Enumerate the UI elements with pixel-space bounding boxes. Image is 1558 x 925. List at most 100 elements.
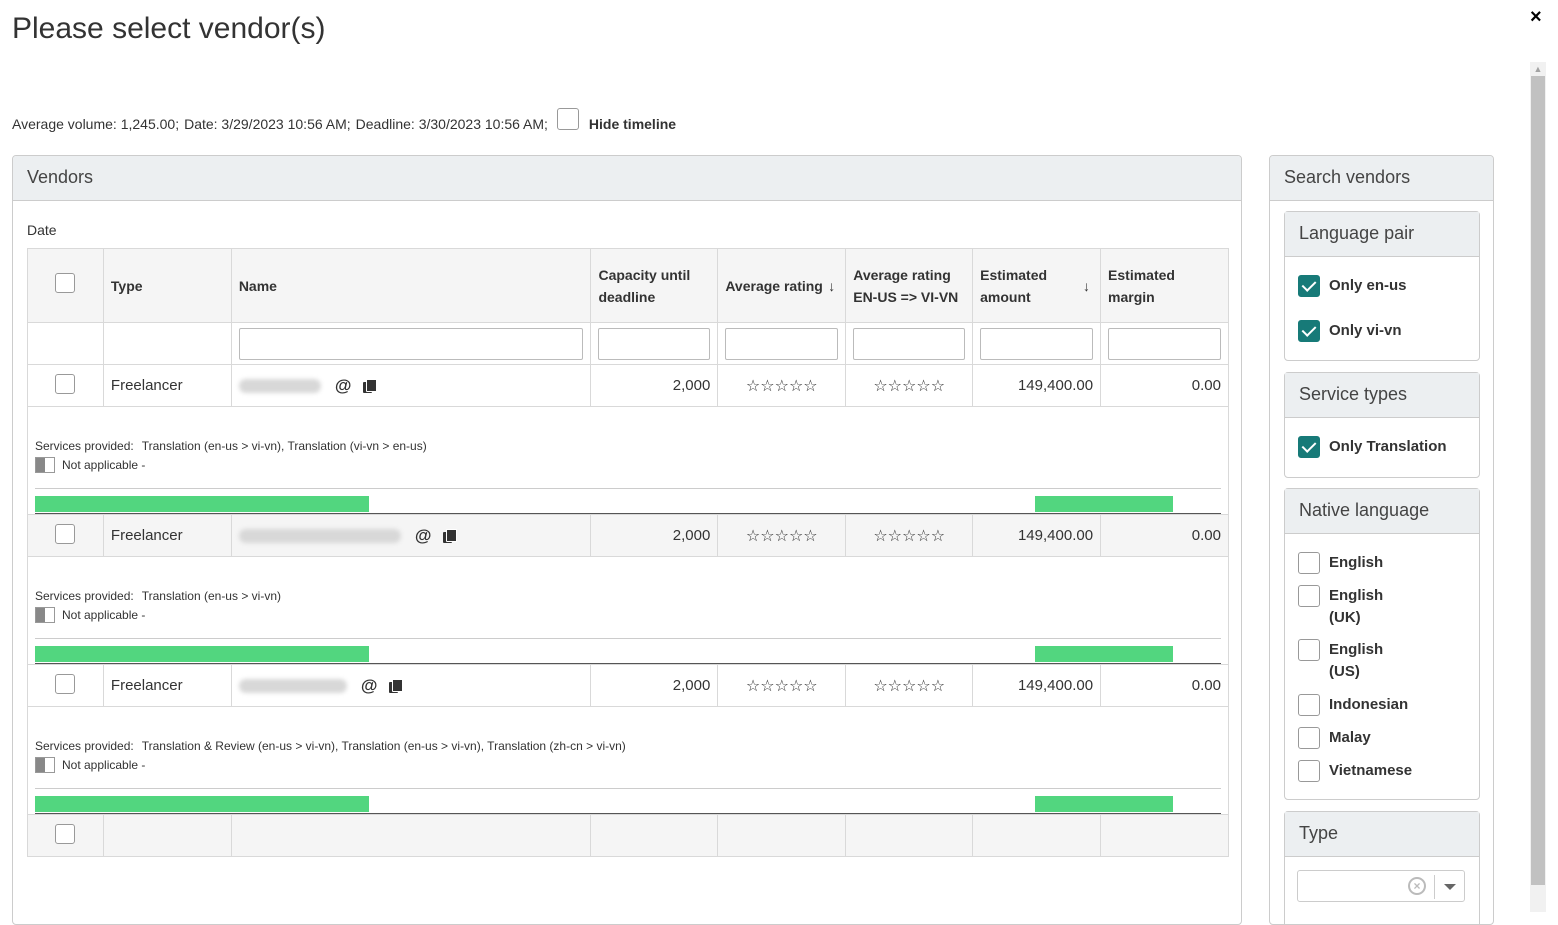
average-volume: Average volume: 1,245.00;	[12, 116, 180, 132]
col-average-rating-pair[interactable]: Average rating EN-US => VI-VN	[845, 248, 974, 323]
language-pair-title: Language pair	[1285, 212, 1479, 257]
hide-timeline-label[interactable]: Hide timeline	[589, 116, 676, 132]
filter-option[interactable]: Only Translation	[1285, 436, 1479, 458]
vendor-checkbox[interactable]	[55, 823, 76, 844]
star-rating: ☆☆☆☆☆	[717, 364, 847, 407]
vendors-table: Type Name Capacity until deadline Averag…	[27, 248, 1229, 857]
col-average-rating[interactable]: Average rating ↓	[717, 248, 847, 323]
type-select[interactable]: ×	[1297, 870, 1465, 902]
chevron-down-icon[interactable]	[1444, 884, 1456, 890]
select-all-checkbox[interactable]	[55, 272, 76, 293]
english-us-checkbox[interactable]	[1298, 639, 1320, 661]
copy-icon[interactable]	[443, 528, 458, 543]
services-provided: Services provided: Translation (en-us > v…	[35, 589, 281, 603]
filter-row	[27, 322, 1229, 365]
copy-icon[interactable]	[363, 378, 378, 393]
vendor-row[interactable]: Freelancer @ 2,000 ☆☆☆☆☆ ☆☆☆☆☆ 149,400.0…	[27, 364, 1229, 407]
hide-timeline-checkbox[interactable]	[556, 108, 579, 130]
email-icon[interactable]: @	[361, 676, 378, 695]
type-title: Type	[1285, 812, 1479, 857]
star-rating: ☆☆☆☆☆	[717, 664, 847, 707]
vendor-name-redacted	[238, 528, 401, 543]
not-applicable-checkbox[interactable]	[35, 457, 55, 473]
filter-option[interactable]: Malay	[1285, 727, 1479, 749]
language-pair-filter: Language pair Only en-us Only vi-vn	[1284, 211, 1480, 361]
vendor-checkbox[interactable]	[55, 523, 76, 544]
services-provided: Services provided: Translation (en-us > v…	[35, 439, 427, 453]
vendor-row[interactable]	[27, 814, 1229, 857]
only-translation-checkbox[interactable]	[1298, 436, 1320, 458]
type-filter: Type ×	[1284, 811, 1480, 924]
capacity-filter-input[interactable]	[598, 327, 711, 360]
english-uk-checkbox[interactable]	[1298, 585, 1320, 607]
col-type[interactable]: Type	[102, 248, 232, 323]
amount-filter-input[interactable]	[980, 327, 1094, 360]
scroll-up-arrow-icon[interactable]: ▲	[1530, 62, 1546, 76]
not-applicable-checkbox[interactable]	[35, 757, 55, 773]
only-en-us-checkbox[interactable]	[1298, 275, 1320, 297]
indonesian-checkbox[interactable]	[1298, 694, 1320, 716]
copy-icon[interactable]	[389, 678, 404, 693]
volume-info-bar: Average volume: 1,245.00; Date: 3/29/202…	[12, 108, 681, 132]
email-icon[interactable]: @	[415, 526, 432, 545]
malay-checkbox[interactable]	[1298, 727, 1320, 749]
service-types-title: Service types	[1285, 373, 1479, 418]
timeline-bar	[1035, 496, 1173, 512]
col-name[interactable]: Name	[230, 248, 592, 323]
vendor-estimated-amount: 149,400.00	[972, 514, 1102, 557]
vendor-estimated-margin: 0.00	[1100, 664, 1229, 707]
sort-desc-icon[interactable]: ↓	[1083, 275, 1090, 297]
vendor-checkbox[interactable]	[55, 373, 76, 394]
only-vi-vn-checkbox[interactable]	[1298, 320, 1320, 342]
vietnamese-checkbox[interactable]	[1298, 760, 1320, 782]
vendor-detail-row: Services provided: Translation (en-us > v…	[27, 556, 1229, 665]
filter-option[interactable]: English (US)	[1285, 639, 1425, 683]
scroll-thumb[interactable]	[1531, 76, 1545, 885]
native-language-filter: Native language English English (UK) Eng…	[1284, 488, 1480, 800]
clear-icon[interactable]: ×	[1408, 877, 1426, 895]
native-language-title: Native language	[1285, 489, 1479, 534]
english-checkbox[interactable]	[1298, 552, 1320, 574]
vendor-row[interactable]: Freelancer @ 2,000 ☆☆☆☆☆ ☆☆☆☆☆ 149,400.0…	[27, 514, 1229, 557]
filter-option[interactable]: Only en-us	[1285, 275, 1479, 297]
filter-option[interactable]: Indonesian	[1285, 694, 1479, 716]
timeline-bar	[1035, 646, 1173, 662]
not-applicable: Not applicable -	[35, 457, 1221, 473]
star-rating: ☆☆☆☆☆	[717, 514, 847, 557]
vendor-timeline	[35, 788, 1221, 814]
star-rating-pair: ☆☆☆☆☆	[845, 664, 974, 707]
service-types-filter: Service types Only Translation	[1284, 372, 1480, 478]
col-capacity[interactable]: Capacity until deadline	[590, 248, 719, 323]
margin-filter-input[interactable]	[1108, 327, 1221, 360]
vendor-capacity: 2,000	[590, 514, 719, 557]
vendor-name-cell: @	[230, 514, 592, 557]
col-estimated-margin[interactable]: Estimated margin	[1100, 248, 1229, 323]
info-date: Date: 3/29/2023 10:56 AM;	[184, 116, 351, 132]
name-filter-input[interactable]	[238, 327, 584, 360]
services-provided: Services provided: Translation & Review (…	[35, 739, 626, 753]
email-icon[interactable]: @	[335, 376, 352, 395]
vertical-scrollbar[interactable]: ▲	[1530, 62, 1546, 912]
vendor-type: Freelancer	[102, 514, 232, 557]
filter-option[interactable]: Vietnamese	[1285, 760, 1479, 782]
table-header-row: Type Name Capacity until deadline Averag…	[27, 248, 1229, 323]
vendor-estimated-margin: 0.00	[1100, 364, 1229, 407]
close-icon[interactable]: ×	[1530, 6, 1542, 29]
not-applicable-checkbox[interactable]	[35, 607, 55, 623]
vendors-panel: Vendors Date Type Name Capacity until de…	[12, 155, 1242, 925]
col-estimated-amount-label: Estimated amount	[980, 266, 1048, 305]
vendor-type: Freelancer	[102, 664, 232, 707]
vendor-checkbox[interactable]	[55, 673, 76, 694]
vendor-timeline	[35, 638, 1221, 664]
filter-option[interactable]: Only vi-vn	[1285, 320, 1479, 342]
sort-desc-icon[interactable]: ↓	[828, 275, 835, 297]
vendor-type: Freelancer	[102, 364, 232, 407]
col-estimated-amount[interactable]: Estimated amount ↓	[972, 248, 1102, 323]
rating-pair-filter-input[interactable]	[853, 327, 966, 360]
vendor-estimated-amount: 149,400.00	[972, 664, 1102, 707]
filter-option[interactable]: English	[1285, 552, 1479, 574]
filter-option[interactable]: English (UK)	[1285, 585, 1425, 629]
vendor-row[interactable]: Freelancer @ 2,000 ☆☆☆☆☆ ☆☆☆☆☆ 149,400.0…	[27, 664, 1229, 707]
info-deadline: Deadline: 3/30/2023 10:56 AM;	[355, 116, 548, 132]
rating-filter-input[interactable]	[725, 327, 839, 360]
